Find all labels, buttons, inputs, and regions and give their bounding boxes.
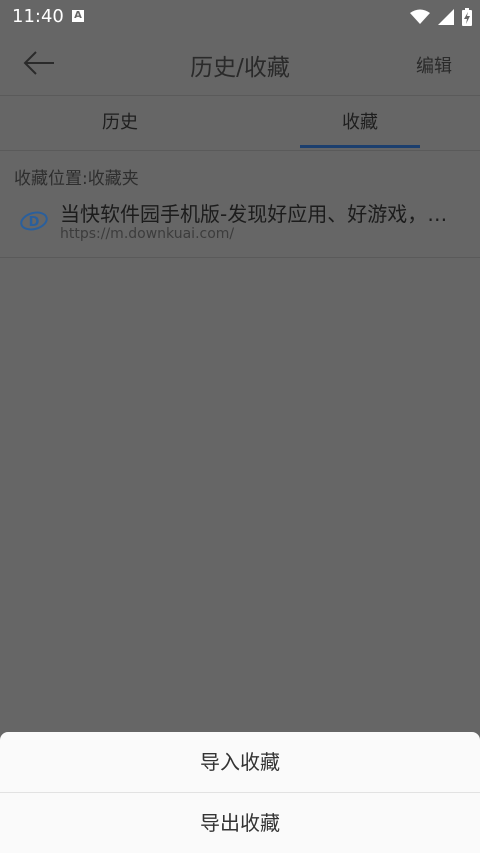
bookmark-item[interactable]: D 当快软件园手机版-发现好应用、好游戏，… https://m.downkua… <box>0 194 480 256</box>
signal-icon <box>438 9 454 25</box>
import-bookmarks-button[interactable]: 导入收藏 <box>0 732 480 792</box>
bookmark-url: https://m.downkuai.com/ <box>60 226 235 242</box>
downkuai-logo-icon: D <box>20 211 48 231</box>
bookmark-location-label: 收藏位置:收藏夹 <box>14 169 139 189</box>
export-bookmarks-button[interactable]: 导出收藏 <box>0 793 480 853</box>
status-time: 11:40 <box>12 6 64 27</box>
tab-favorites[interactable]: 收藏 <box>240 96 480 150</box>
tabs-divider <box>0 150 480 151</box>
page-title: 历史/收藏 <box>190 55 290 81</box>
status-bar: 11:40 A <box>0 0 480 34</box>
wifi-icon <box>410 9 430 24</box>
tab-selected-indicator <box>300 145 420 148</box>
tab-history[interactable]: 历史 <box>0 96 240 150</box>
list-divider <box>0 257 480 258</box>
tab-bar: 历史 收藏 <box>0 96 480 150</box>
bookmark-title: 当快软件园手机版-发现好应用、好游戏，… <box>60 202 448 226</box>
battery-icon <box>462 8 472 26</box>
tab-favorites-label: 收藏 <box>342 112 378 133</box>
tab-history-label: 历史 <box>102 112 138 133</box>
svg-text:D: D <box>29 215 40 230</box>
notification-icon: A <box>72 10 84 22</box>
bottom-sheet: 导入收藏 导出收藏 <box>0 732 480 853</box>
edit-button[interactable]: 编辑 <box>416 52 452 78</box>
app-bar: 历史/收藏 编辑 <box>0 34 480 94</box>
status-icons <box>410 8 472 26</box>
